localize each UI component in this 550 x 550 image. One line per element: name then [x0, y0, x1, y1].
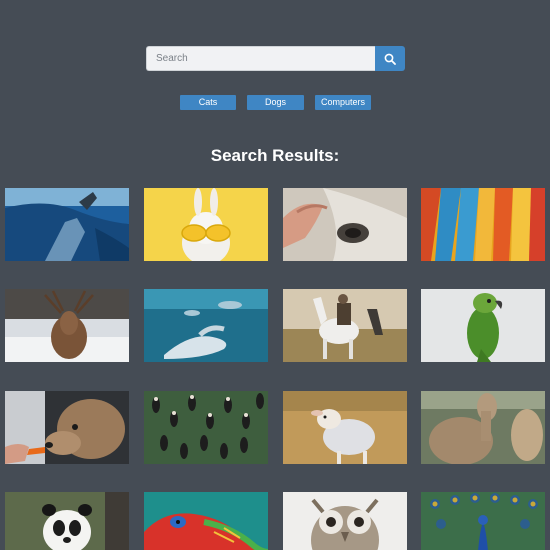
result-image-rider-on-horse[interactable]: [283, 289, 407, 362]
result-image-parrot-feathers[interactable]: [421, 188, 545, 261]
results-grid: [0, 0, 550, 550]
result-image-chameleon[interactable]: [144, 492, 268, 550]
result-image-rabbit-with-sunglasses[interactable]: [144, 188, 268, 261]
result-image-panda[interactable]: [5, 492, 129, 550]
result-image-deer-in-snow[interactable]: [5, 289, 129, 362]
result-image-underwater-diver[interactable]: [5, 188, 129, 261]
result-image-peacock[interactable]: [421, 492, 545, 550]
result-image-dolphins-underwater[interactable]: [144, 289, 268, 362]
result-image-lamb-in-coat[interactable]: [283, 391, 407, 464]
result-image-birds-aerial[interactable]: [144, 391, 268, 464]
search-page: Cats Dogs Computers Search Results:: [0, 0, 550, 550]
result-image-alpacas[interactable]: [421, 391, 545, 464]
result-image-green-parrot[interactable]: [421, 289, 545, 362]
result-image-deer-eating-carrot[interactable]: [5, 391, 129, 464]
result-image-owl[interactable]: [283, 492, 407, 550]
result-image-hand-petting-horse[interactable]: [283, 188, 407, 261]
